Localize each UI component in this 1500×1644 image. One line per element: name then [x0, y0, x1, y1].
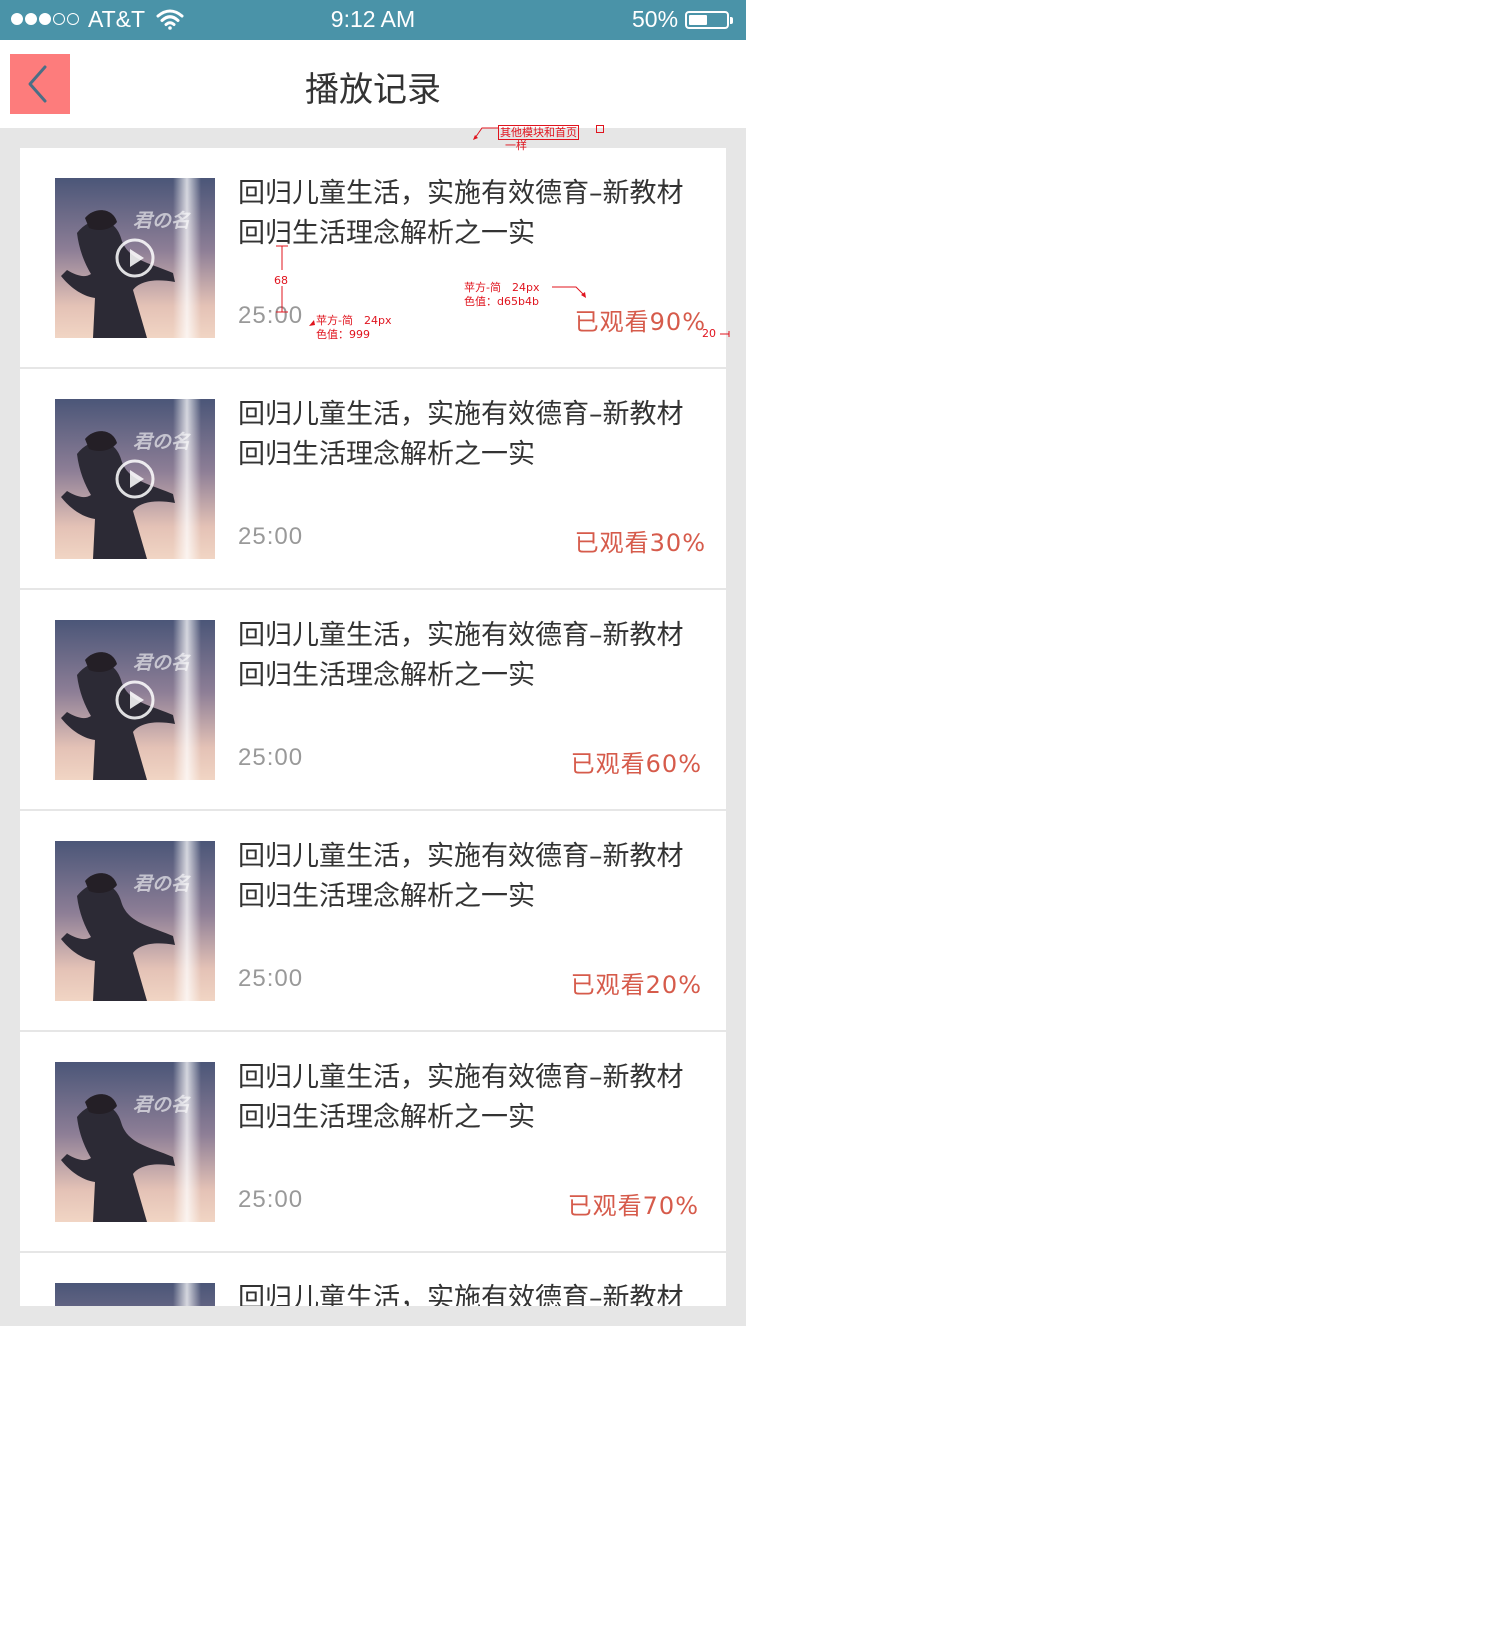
video-thumbnail: 君の名	[55, 841, 215, 1001]
video-title: 回归儿童生活，实施有效德育–新教材回归生活理念解析之一实	[238, 841, 684, 912]
play-icon[interactable]	[55, 178, 215, 338]
phone-screen: AT&T 9:12 AM 50% 播放记录 君の名 回归儿童生活，实施有效德育–新…	[0, 0, 746, 1326]
video-thumbnail: 君の名	[55, 399, 215, 559]
history-list-item[interactable]: 君の名回归儿童生活，实施有效德育–新教材回归生活理念解析之一实	[20, 1253, 726, 1306]
video-duration: 25:00	[238, 523, 304, 550]
video-title: 回归儿童生活，实施有效德育–新教材回归生活理念解析之一实	[238, 178, 684, 249]
battery-tip	[730, 17, 733, 24]
watch-progress: 已观看90%	[574, 308, 706, 336]
video-title: 回归儿童生活，实施有效德育–新教材回归生活理念解析之一实	[238, 1283, 684, 1306]
page-title: 播放记录	[305, 70, 441, 110]
history-list-item[interactable]: 君の名 回归儿童生活，实施有效德育–新教材回归生活理念解析之一实 25:00 已观看6…	[20, 590, 726, 811]
video-title: 回归儿童生活，实施有效德育–新教材回归生活理念解析之一实	[238, 399, 684, 470]
history-list-item[interactable]: 君の名 回归儿童生活，实施有效德育–新教材回归生活理念解析之一实 25:00 已观看2…	[20, 811, 726, 1032]
thumbnail-caption: 君の名	[133, 1094, 191, 1116]
video-thumbnail: 君の名	[55, 178, 215, 338]
video-thumbnail: 君の名	[55, 1283, 215, 1306]
thumbnail-caption: 君の名	[133, 431, 191, 453]
video-thumbnail: 君の名	[55, 1062, 215, 1222]
thumbnail-caption: 君の名	[133, 210, 191, 232]
video-duration: 25:00	[238, 965, 304, 992]
battery-percentage: 50%	[632, 6, 679, 32]
video-duration: 25:00	[238, 744, 304, 771]
watch-progress: 已观看70%	[567, 1192, 699, 1220]
history-list-item[interactable]: 君の名 回归儿童生活，实施有效德育–新教材回归生活理念解析之一实 25:00 已观看9…	[20, 148, 726, 369]
video-thumbnail: 君の名	[55, 620, 215, 780]
play-icon[interactable]	[55, 399, 215, 559]
play-icon[interactable]	[55, 620, 215, 780]
navigation-bar: 播放记录	[0, 40, 746, 128]
watch-progress: 已观看60%	[570, 750, 702, 778]
video-title: 回归儿童生活，实施有效德育–新教材回归生活理念解析之一实	[238, 1062, 684, 1133]
thumbnail-caption: 君の名	[133, 652, 191, 674]
battery-icon	[685, 11, 729, 29]
history-list-item[interactable]: 君の名 回归儿童生活，实施有效德育–新教材回归生活理念解析之一实 25:00 已观看7…	[20, 1032, 726, 1253]
video-title: 回归儿童生活，实施有效德育–新教材回归生活理念解析之一实	[238, 620, 684, 691]
video-duration: 25:00	[238, 302, 304, 329]
video-duration: 25:00	[238, 1186, 304, 1213]
watch-progress: 已观看20%	[570, 971, 702, 999]
history-list-item[interactable]: 君の名 回归儿童生活，实施有效德育–新教材回归生活理念解析之一实 25:00 已观看3…	[20, 369, 726, 590]
battery-level-fill	[689, 15, 707, 25]
watch-progress: 已观看30%	[574, 529, 706, 557]
thumbnail-caption: 君の名	[133, 873, 191, 895]
status-bar: AT&T 9:12 AM 50%	[0, 0, 746, 40]
